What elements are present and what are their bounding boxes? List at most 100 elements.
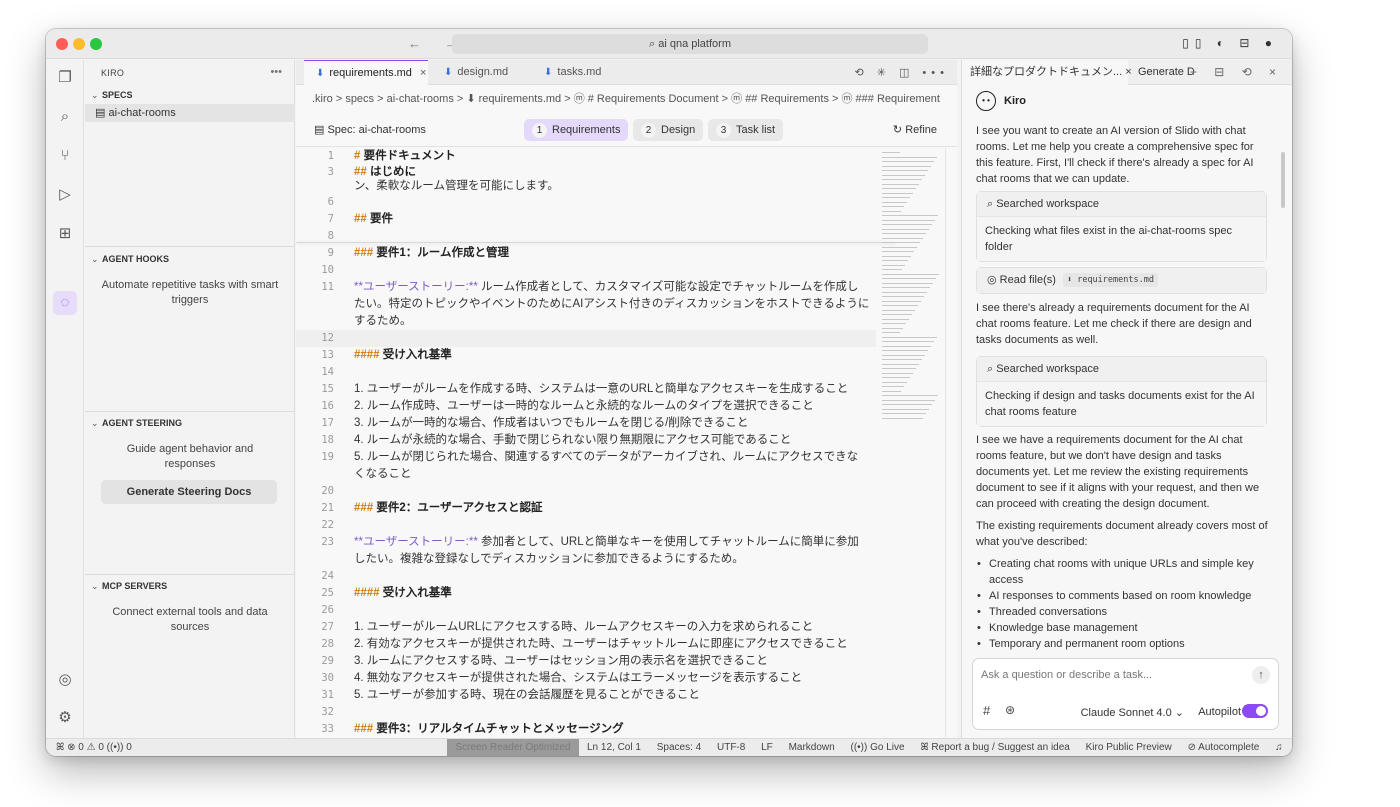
code-line[interactable]: 25 #### 受け入れ基準 — [296, 585, 876, 602]
report-bug-link[interactable]: ꕤ Report a bug / Suggest an idea — [920, 742, 1070, 753]
kiro-preview-label[interactable]: Kiro Public Preview — [1086, 742, 1172, 753]
close-icon[interactable]: × — [1125, 66, 1131, 78]
code-line[interactable]: 28 2. 有効なアクセスキーが提供された時、ユーザーはチャットルームに即座にアク… — [296, 636, 876, 653]
explorer-icon[interactable]: ❐ — [55, 68, 75, 88]
code-line[interactable]: くなること — [296, 466, 876, 483]
autopilot-toggle[interactable] — [1242, 704, 1268, 718]
code-line[interactable]: 13 #### 受け入れ基準 — [296, 347, 876, 364]
minimap-line — [882, 404, 932, 405]
editor-action-icons[interactable]: ⟲ ✳ ◫ ••• — [854, 66, 949, 79]
code-line[interactable]: 23 **ユーザーストーリー:** 参加者として、URLと簡単なキーを使用してチャ… — [296, 534, 876, 551]
chat-tab-active[interactable]: 詳細なプロダクトドキュメン... × — [962, 60, 1132, 85]
problems-status[interactable]: ꕤ ⊗ 0 ⚠ 0 ((•)) 0 — [56, 739, 132, 756]
minimap-line — [882, 363, 919, 365]
notifications-bell-icon[interactable]: ♫ — [1275, 742, 1283, 753]
code-line[interactable]: ン、柔軟なルーム管理を可能にします。 — [296, 178, 876, 195]
chat-tab-second[interactable]: Generate D — [1138, 60, 1195, 85]
code-line[interactable]: 19 5. ルームが閉じられた場合、関連するすべてのデータがアーカイブされ、ルーム… — [296, 449, 876, 466]
refine-button[interactable]: ↻ Refine — [893, 123, 937, 136]
maximize-window-button[interactable] — [90, 38, 102, 50]
generate-steering-docs-button[interactable]: Generate Steering Docs — [101, 480, 277, 504]
language-mode[interactable]: Markdown — [789, 742, 835, 753]
line-text: ン、柔軟なルーム管理を可能にします。 — [354, 180, 559, 192]
code-line[interactable]: 22 — [296, 517, 876, 534]
tab-requirements-md[interactable]: ⬇ requirements.md × — [304, 60, 428, 85]
agent-hooks-section-header[interactable]: ⌄ AGENT HOOKS — [85, 254, 295, 265]
code-line[interactable]: 20 — [296, 483, 876, 500]
extensions-icon[interactable]: ⊞ — [55, 224, 75, 244]
code-editor[interactable]: 1 # 要件ドキュメント 3 ## はじめに ン、柔軟なルーム管理を可能にします。 6 7 #… — [296, 148, 876, 738]
source-control-icon[interactable]: ⑂ — [55, 146, 75, 166]
spec-item-ai-chat-rooms[interactable]: ▤ ai-chat-rooms — [85, 104, 295, 122]
code-line[interactable]: 16 2. ルーム作成時、ユーザーは一時的なルームと永続的なルームのタイプを選択で… — [296, 398, 876, 415]
context-hash-icon[interactable]: # — [983, 703, 990, 718]
code-line[interactable]: 14 — [296, 364, 876, 381]
layout-toggle-icons[interactable]: ▯▯ ◐ ⊟ ● — [1182, 36, 1278, 50]
tool-card-search[interactable]: ⌕ Searched workspace Checking if design … — [976, 356, 1267, 427]
code-line[interactable]: 30 4. 無効なアクセスキーが提供された場合、システムはエラーメッセージを表示す… — [296, 670, 876, 687]
code-line[interactable]: 21 ### 要件2：ユーザーアクセスと認証 — [296, 500, 876, 517]
indentation[interactable]: Spaces: 4 — [657, 742, 701, 753]
go-live-button[interactable]: ((•)) Go Live — [850, 742, 904, 753]
settings-icon[interactable]: ⚙ — [55, 708, 75, 728]
autocomplete-status[interactable]: ⊘ Autocomplete — [1188, 742, 1260, 753]
agent-steering-section-header[interactable]: ⌄ AGENT STEERING — [85, 418, 295, 429]
step-task-list[interactable]: 3 Task list — [708, 119, 784, 141]
image-attach-icon[interactable]: ⊛ — [1005, 703, 1015, 717]
minimap-line — [882, 183, 919, 185]
minimap[interactable] — [878, 148, 940, 428]
chat-input-box[interactable]: Ask a question or describe a task... ↑ #… — [972, 658, 1279, 730]
search-icon[interactable]: ⌕ — [55, 107, 75, 127]
chat-scrollbar[interactable] — [1281, 152, 1285, 208]
breadcrumb[interactable]: .kiro > specs > ai-chat-rooms > ⬇ requir… — [312, 90, 956, 106]
kiro-ghost-icon[interactable]: ◌ — [53, 291, 77, 315]
close-window-button[interactable] — [56, 38, 68, 50]
more-actions-icon[interactable]: ••• — [270, 66, 282, 78]
editor-scrollbar[interactable] — [945, 148, 957, 738]
step-requirements[interactable]: 1 Requirements — [524, 119, 629, 141]
code-line[interactable]: 6 — [296, 194, 876, 211]
code-line[interactable]: 9 ### 要件1：ルーム作成と管理 — [296, 245, 876, 262]
chat-action-icons[interactable]: + ⊟ ⟲ × — [1190, 65, 1283, 79]
account-icon[interactable]: ◎ — [55, 670, 75, 690]
code-line[interactable]: 10 — [296, 262, 876, 279]
model-selector[interactable]: Claude Sonnet 4.0 ⌄ — [1081, 706, 1184, 719]
code-line[interactable]: 33 ### 要件3：リアルタイムチャットとメッセージング — [296, 721, 876, 738]
mcp-servers-section-header[interactable]: ⌄ MCP SERVERS — [85, 581, 295, 592]
close-icon[interactable]: × — [420, 67, 426, 79]
command-center-search[interactable]: ⌕ ai qna platform — [452, 34, 928, 54]
tab-design-md[interactable]: ⬇ design.md — [432, 60, 528, 85]
encoding[interactable]: UTF-8 — [717, 742, 745, 753]
code-line[interactable]: 1 # 要件ドキュメント — [296, 148, 876, 165]
send-icon[interactable]: ↑ — [1252, 666, 1270, 684]
code-line[interactable]: 15 1. ユーザーがルームを作成する時、システムは一意のURLと簡単なアクセスキ… — [296, 381, 876, 398]
tab-tasks-md[interactable]: ⬇ tasks.md — [532, 60, 628, 85]
run-debug-icon[interactable]: ▷ — [55, 185, 75, 205]
code-line[interactable]: 26 — [296, 602, 876, 619]
code-line[interactable]: 27 1. ユーザーがルームURLにアクセスする時、ルームアクセスキーの入力を求め… — [296, 619, 876, 636]
code-line[interactable]: 12 — [296, 330, 876, 347]
tool-card-search[interactable]: ⌕ Searched workspace Checking what files… — [976, 191, 1267, 262]
specs-section-header[interactable]: ⌄ SPECS — [85, 90, 295, 101]
code-line[interactable]: したい。複雑な登録なしでディスカッションに参加できるようにするため。 — [296, 551, 876, 568]
cursor-position[interactable]: Ln 12, Col 1 — [587, 742, 641, 753]
minimize-window-button[interactable] — [73, 38, 85, 50]
code-line[interactable]: 11 **ユーザーストーリー:** ルーム作成者として、カスタマイズ可能な設定でチ… — [296, 279, 876, 296]
chat-input-field[interactable]: Ask a question or describe a task... — [981, 669, 1152, 681]
code-line[interactable]: 18 4. ルームが永続的な場合、手動で閉じられない限り無期限にアクセス可能である… — [296, 432, 876, 449]
code-line[interactable]: 24 — [296, 568, 876, 585]
code-line[interactable]: たい。特定のトピックやイベントのためにAIアシスト付きのディスカッションをホスト… — [296, 296, 876, 313]
code-line[interactable]: するため。 — [296, 313, 876, 330]
minimap-line — [882, 170, 928, 171]
code-line[interactable]: 32 — [296, 704, 876, 721]
code-line[interactable]: 29 3. ルームにアクセスする時、ユーザーはセッション用の表示名を選択できること — [296, 653, 876, 670]
line-ending[interactable]: LF — [761, 742, 773, 753]
code-line[interactable]: 31 5. ユーザーが参加する時、現在の会話履歴を見ることができること — [296, 687, 876, 704]
step-design[interactable]: 2 Design — [633, 119, 704, 141]
file-chip[interactable]: ⬇ requirements.md — [1062, 273, 1158, 288]
screen-reader-status[interactable]: Screen Reader Optimized — [447, 739, 579, 756]
document-icon: ▤ — [314, 124, 328, 136]
tool-card-read-file[interactable]: ◎ Read file(s) ⬇ requirements.md — [976, 267, 1267, 294]
code-line[interactable]: 17 3. ルームが一時的な場合、作成者はいつでもルームを閉じる/削除できること — [296, 415, 876, 432]
code-line[interactable]: 7 ## 要件 — [296, 211, 876, 228]
